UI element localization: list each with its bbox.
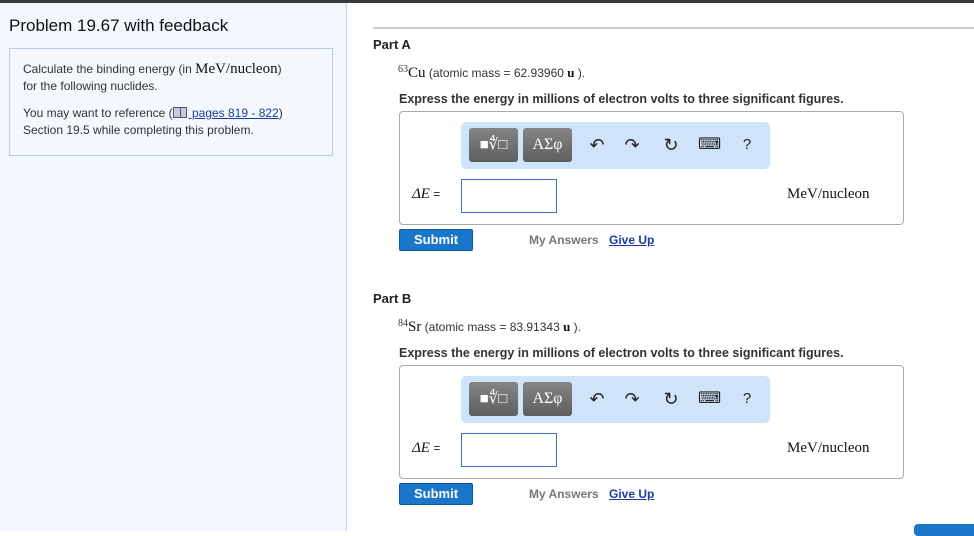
undo-icon[interactable]: ↶ <box>586 388 608 410</box>
my-answers-link[interactable]: My Answers <box>529 233 599 247</box>
symbols-button[interactable]: ΑΣφ <box>523 382 572 416</box>
answer-box: ■∜□ ΑΣφ ↶ ↷ ↻ ⌨ ? ΔE = MeV/nucleon <box>399 365 904 479</box>
intro-text-2: for the following nuclides. <box>23 79 158 93</box>
mass-end: ). <box>574 66 586 80</box>
element-symbol: Cu <box>408 65 426 81</box>
intro-unit: MeV/nucleon <box>195 61 278 77</box>
pages-link[interactable]: pages 819 - 822 <box>189 106 279 120</box>
ref-suffix: ) <box>278 106 283 120</box>
help-icon[interactable]: ? <box>736 134 758 156</box>
nuclide-line: 63Cu (atomic mass = 62.93960 u ). <box>398 64 585 82</box>
reset-icon[interactable]: ↻ <box>660 388 682 410</box>
undo-icon[interactable]: ↶ <box>586 134 608 156</box>
templates-button[interactable]: ■∜□ <box>469 382 518 416</box>
mass-text: (atomic mass = 83.91343 <box>421 320 564 334</box>
math-toolbar: ■∜□ ΑΣφ ↶ ↷ ↻ ⌨ ? <box>461 376 770 423</box>
nuclide-line: 84Sr (atomic mass = 83.91343 u ). <box>398 318 581 336</box>
variable-label: ΔE = <box>412 439 440 457</box>
book-icon <box>172 107 187 118</box>
submit-button[interactable]: Submit <box>399 229 473 251</box>
part-label: Part B <box>373 291 412 306</box>
redo-icon[interactable]: ↷ <box>621 134 643 156</box>
answer-input[interactable] <box>461 179 557 213</box>
answer-box: ■∜□ ΑΣφ ↶ ↷ ↻ ⌨ ? ΔE = MeV/nucleon <box>399 111 904 225</box>
intro-text: Calculate the binding energy (in <box>23 62 196 76</box>
math-toolbar: ■∜□ ΑΣφ ↶ ↷ ↻ ⌨ ? <box>461 122 770 169</box>
answer-input[interactable] <box>461 433 557 467</box>
part-section: Part A 63Cu (atomic mass = 62.93960 u ).… <box>373 28 974 278</box>
redo-icon[interactable]: ↷ <box>621 388 643 410</box>
variable-label: ΔE = <box>412 185 440 203</box>
mass-text: (atomic mass = 62.93960 <box>425 66 568 80</box>
intro-text-end: ) <box>277 62 282 76</box>
units-label: MeV/nucleon <box>787 186 870 202</box>
variable: ΔE <box>412 186 430 202</box>
symbols-button[interactable]: ΑΣφ <box>523 128 572 162</box>
help-icon[interactable]: ? <box>736 388 758 410</box>
mass-number: 63 <box>398 64 408 75</box>
problem-title: Problem 19.67 with feedback <box>9 16 229 35</box>
equals: = <box>429 187 441 201</box>
variable: ΔE <box>412 440 430 456</box>
equals: = <box>429 441 441 455</box>
part-label: Part A <box>373 37 411 52</box>
ref-line-2: Section 19.5 while completing this probl… <box>23 123 254 137</box>
units-label: MeV/nucleon <box>787 440 870 456</box>
element-symbol: Sr <box>408 319 422 335</box>
reset-icon[interactable]: ↻ <box>660 134 682 156</box>
instruction: Express the energy in millions of electr… <box>399 92 844 106</box>
my-answers-link[interactable]: My Answers <box>529 487 599 501</box>
keyboard-icon[interactable]: ⌨ <box>698 134 721 156</box>
problem-intro: Calculate the binding energy (in MeV/nuc… <box>9 48 333 156</box>
instruction: Express the energy in millions of electr… <box>399 346 844 360</box>
give-up-link[interactable]: Give Up <box>609 487 654 501</box>
submit-button[interactable]: Submit <box>399 483 473 505</box>
mass-unit: u <box>567 65 575 80</box>
ref-prefix: You may want to reference ( <box>23 106 173 120</box>
mass-number: 84 <box>398 318 408 329</box>
give-up-link[interactable]: Give Up <box>609 233 654 247</box>
templates-button[interactable]: ■∜□ <box>469 128 518 162</box>
part-section: Part B 84Sr (atomic mass = 83.91343 u ).… <box>373 282 974 532</box>
keyboard-icon[interactable]: ⌨ <box>698 388 721 410</box>
continue-button[interactable] <box>914 524 974 536</box>
mass-end: ). <box>570 320 581 334</box>
